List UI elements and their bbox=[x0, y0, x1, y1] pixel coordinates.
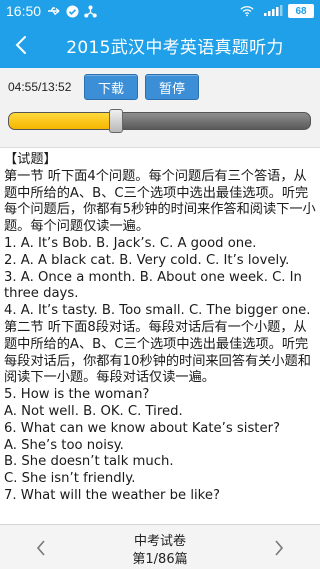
signal-icon bbox=[263, 5, 283, 17]
usb-icon bbox=[47, 4, 61, 18]
exam-text: 【试题】 第一节 听下面4个问题。每个问题后有三个答语，从题中所给的A、B、C三… bbox=[4, 152, 316, 524]
chevron-left-icon bbox=[15, 36, 26, 54]
question-line: 7. What will the weather be like? bbox=[4, 487, 220, 503]
question-line: 1. A. It’s Bob. B. Jack’s. C. A good one… bbox=[4, 235, 257, 251]
share-icon bbox=[83, 4, 97, 18]
answer-line: A. Not well. B. OK. C. Tired. bbox=[4, 403, 183, 419]
section-instructions: 第一节 听下面4个问题。每个问题后有三个答语，从题中所给的A、B、C三个选项中选… bbox=[4, 168, 316, 235]
question-line: 4. A. It’s tasty. B. Too small. C. The b… bbox=[4, 303, 311, 319]
answer-line: A. She’s too noisy. bbox=[4, 437, 124, 453]
progress-fill bbox=[9, 113, 116, 129]
section-heading: 【试题】 bbox=[4, 152, 57, 167]
next-button[interactable] bbox=[264, 533, 294, 563]
audio-player: 04:55/13:52 下载 暂停 bbox=[0, 68, 320, 148]
progress-slider[interactable] bbox=[8, 112, 311, 130]
answer-line: B. She doesn’t talk much. bbox=[4, 454, 174, 470]
wifi-icon bbox=[240, 4, 254, 18]
check-circle-icon bbox=[65, 4, 79, 18]
chevron-right-icon bbox=[275, 540, 284, 556]
title-bar: 2015武汉中考英语真题听力 bbox=[0, 22, 320, 68]
status-time: 16:50 bbox=[6, 3, 42, 19]
bottom-nav: 中考试卷 第1/86篇 bbox=[0, 524, 320, 569]
playback-time: 04:55/13:52 bbox=[8, 80, 72, 94]
question-line: 6. What can we know about Kate’s sister? bbox=[4, 420, 281, 436]
question-line: 3. A. Once a month. B. About one week. C… bbox=[4, 269, 302, 302]
status-bar: 16:50 68 bbox=[0, 0, 320, 22]
battery-icon: 68 bbox=[288, 4, 314, 18]
slider-thumb[interactable] bbox=[108, 109, 123, 133]
section-instructions: 第二节 听下面8段对话。每段对话后有一个小题，从题中所给的A、B、C三个选项中选… bbox=[4, 319, 311, 386]
page-title: 2015武汉中考英语真题听力 bbox=[66, 37, 284, 58]
answer-line: C. She isn’t friendly. bbox=[4, 471, 136, 487]
download-button[interactable]: 下载 bbox=[84, 74, 138, 100]
question-line: 2. A. A black cat. B. Very cold. C. It’s… bbox=[4, 252, 290, 268]
pause-button[interactable]: 暂停 bbox=[145, 74, 199, 100]
question-line: 5. How is the woman? bbox=[4, 387, 150, 403]
back-button[interactable] bbox=[0, 22, 42, 68]
